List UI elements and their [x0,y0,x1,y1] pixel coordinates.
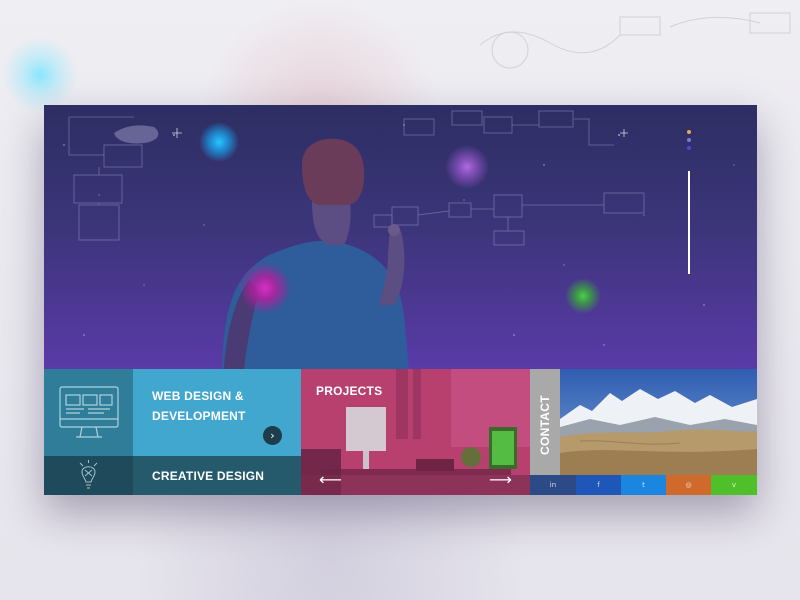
creative-design-icon-tile[interactable] [44,456,133,495]
slide-dot[interactable] [687,146,691,150]
hero-banner [44,105,757,369]
mountain-photo [560,369,757,475]
web-design-icon-tile[interactable] [44,369,133,456]
contact-title: CONTACT [538,395,552,455]
background-sketch [479,12,791,69]
projects-prev-arrow[interactable]: ⟵ [319,470,342,489]
creative-design-tile[interactable]: CREATIVE DESIGN [133,456,301,495]
web-design-title: WEB DESIGN & DEVELOPMENT [152,389,246,423]
web-design-tile[interactable]: WEB DESIGN & DEVELOPMENT › [133,369,301,456]
slide-indicator[interactable] [687,130,693,154]
landing-card: WEB DESIGN & DEVELOPMENT › CREATIVE DESI… [44,105,757,495]
vine-icon[interactable]: v [711,475,757,495]
monitor-layout-icon [59,386,119,438]
person-silhouette [222,138,409,369]
social-bar: in f t ◎ v [530,475,757,495]
web-design-arrow-button[interactable]: › [263,426,282,445]
linkedin-icon[interactable]: in [530,475,576,495]
instagram-icon[interactable]: ◎ [666,475,711,495]
service-tiles: WEB DESIGN & DEVELOPMENT › CREATIVE DESI… [44,369,757,495]
projects-next-arrow[interactable]: ⟶ [489,470,512,489]
slide-dot[interactable] [687,130,691,134]
projects-tile[interactable]: PROJECTS ⟵ ⟶ [301,369,530,495]
creative-design-title: CREATIVE DESIGN [152,469,265,483]
projects-title: PROJECTS [316,384,383,398]
twitter-icon[interactable]: t [621,475,666,495]
lightbulb-icon [79,460,98,489]
mountain-landscape-image [560,369,757,475]
slide-dot[interactable] [687,138,691,142]
hero-illustration [63,110,735,369]
scroll-line [688,171,690,274]
facebook-icon[interactable]: f [576,475,621,495]
